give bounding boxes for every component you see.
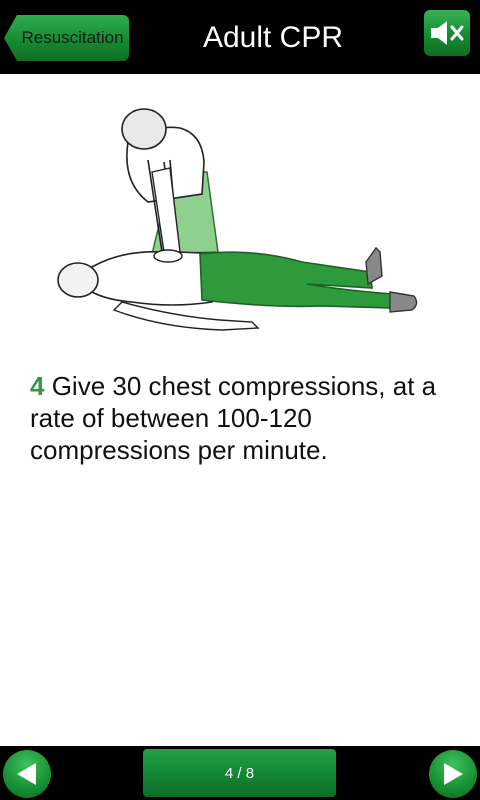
mute-sound-button[interactable]: [424, 10, 470, 56]
back-button-label: Resuscitation: [21, 28, 124, 47]
next-step-button[interactable]: [429, 750, 477, 798]
arrow-left-icon: [17, 763, 36, 785]
patient-arm: [112, 301, 260, 331]
back-button[interactable]: Resuscitation: [4, 15, 129, 61]
step-number: 4: [30, 371, 45, 401]
rescuer-hands: [153, 249, 183, 263]
patient-head: [57, 262, 99, 298]
previous-step-button[interactable]: [3, 750, 51, 798]
rescuer-head: [121, 108, 167, 150]
page-title: Adult CPR: [202, 21, 344, 54]
page-indicator[interactable]: 4 / 8: [143, 749, 336, 797]
step-instruction: 4 Give 30 chest compressions, at a rate …: [30, 370, 450, 466]
patient-torso: [91, 250, 213, 306]
patient-shoe-upper: [365, 246, 383, 286]
cpr-illustration: [57, 108, 418, 331]
arrow-right-icon: [444, 763, 463, 785]
patient-trousers: [199, 251, 393, 309]
step-text: Give 30 chest compressions, at a rate of…: [30, 371, 437, 465]
patient-shoe-lower: [389, 291, 418, 313]
speaker-muted-icon: [431, 21, 464, 45]
